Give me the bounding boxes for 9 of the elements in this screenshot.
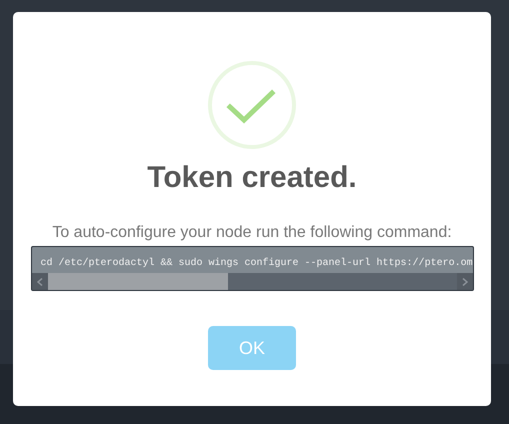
- command-text: cd /etc/pterodactyl && sudo wings configure --panel-url https://ptero.om: [40, 256, 472, 271]
- scrollbar-thumb[interactable]: [48, 273, 228, 290]
- horizontal-scrollbar[interactable]: [32, 273, 472, 290]
- success-check-icon: [207, 60, 297, 150]
- chevron-left-icon[interactable]: [36, 278, 42, 286]
- ok-button[interactable]: OK: [208, 326, 296, 370]
- instruction-text: To auto-configure your node run the following command:: [52, 223, 452, 243]
- dialog-title: Token created.: [147, 160, 357, 196]
- chevron-right-icon[interactable]: [462, 278, 468, 286]
